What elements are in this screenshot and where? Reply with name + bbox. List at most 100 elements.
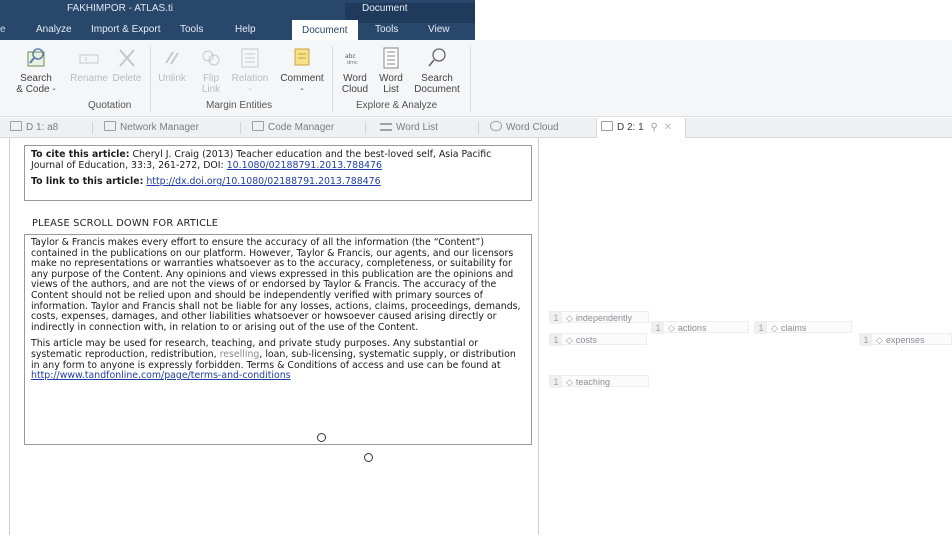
code-chip[interactable]: 1 ◇ costs (549, 333, 647, 346)
code-icon: ◇ (566, 313, 573, 323)
cite-line: To cite this article: Cheryl J. Craig (2… (31, 149, 525, 171)
tab-code-manager-label: Code Manager (268, 122, 335, 133)
cite-doi-link[interactable]: 10.1080/02188791.2013.788476 (227, 160, 382, 171)
tab-word-cloud[interactable]: Word Cloud (486, 118, 586, 137)
menu-help[interactable]: Help (235, 20, 256, 40)
ribbon-separator (332, 46, 333, 112)
delete-label: Delete (112, 73, 142, 84)
comment-icon (294, 48, 310, 66)
tab-divider (92, 122, 93, 134)
search-code-icon (27, 48, 45, 67)
tab-network-manager[interactable]: Network Manager (100, 118, 230, 137)
tab-d1-label: D 1: a8 (26, 122, 59, 133)
flip-link-icon (202, 50, 220, 66)
delete-button[interactable]: Delete (108, 46, 146, 84)
margin-pane[interactable]: 1 ◇ independently 1 ◇ actions 1 ◇ claims 1 ◇ cos… (539, 138, 952, 535)
menu-analyze[interactable]: Analyze (36, 20, 72, 40)
tab-divider (240, 122, 241, 134)
tab-d1[interactable]: D 1: a8 (6, 118, 90, 137)
comment-button[interactable]: Comment - (276, 46, 328, 95)
app-title: FAKHIMPOR - ATLAS.ti (67, 3, 173, 14)
mouse-cursor-icon (317, 433, 326, 442)
tab-d2[interactable]: D 2: 1 ⚲ ✕ (596, 118, 686, 138)
word-list-label: Word List (379, 73, 403, 95)
code-icon: ◇ (771, 323, 778, 333)
word-cloud-button[interactable]: abc dmc Word Cloud (338, 46, 372, 95)
close-icon[interactable]: ✕ (664, 122, 672, 133)
code-chip[interactable]: 1 ◇ actions (651, 321, 749, 334)
search-document-button[interactable]: Search Document (410, 46, 464, 95)
code-label: expenses (885, 335, 925, 345)
menu-document[interactable]: Document (292, 20, 358, 40)
tab-divider (478, 122, 479, 134)
code-label: costs (575, 335, 597, 345)
cloud-icon (490, 121, 502, 131)
rename-button[interactable]: Rename (70, 46, 108, 84)
relation-button[interactable]: Relation - (228, 46, 272, 95)
search-code-button[interactable]: Search & Code - (16, 46, 56, 95)
unlink-label: Unlink (158, 73, 186, 84)
menu-tools-context[interactable]: Tools (375, 20, 398, 40)
code-chip[interactable]: 1 ◇ claims (754, 321, 852, 334)
word-cloud-icon: abcdmc (345, 53, 358, 66)
tab-network-manager-label: Network Manager (120, 122, 199, 133)
unlink-icon (165, 51, 179, 65)
code-label: claims (780, 323, 807, 333)
code-label: independently (575, 313, 632, 323)
tab-divider (365, 122, 366, 134)
ribbon-separator (470, 46, 471, 112)
code-manager-icon (252, 121, 264, 131)
tab-code-manager[interactable]: Code Manager (248, 118, 358, 137)
group-quotation: Quotation (88, 100, 132, 111)
disclaimer-paragraph-2: This article may be used for research, t… (31, 339, 525, 381)
title-menu-bar: e FAKHIMPOR - ATLAS.ti Document Analyze … (0, 0, 952, 40)
document-icon (601, 121, 613, 131)
disclaimer-box: Taylor & Francis makes every effort to e… (24, 234, 532, 445)
code-chip[interactable]: 1 ◇ independently (549, 311, 649, 324)
link-label: To link to this article: (31, 176, 144, 188)
ribbon: Search & Code - Rename Delete Unlink Fli… (0, 40, 952, 117)
document-pane[interactable]: To cite this article: Cheryl J. Craig (2… (9, 138, 539, 535)
context-title: Document (345, 3, 475, 23)
link-line: To link to this article: http://dx.doi.o… (31, 176, 525, 188)
group-explore-analyze: Explore & Analyze (356, 100, 438, 111)
group-margin-entities: Margin Entities (206, 100, 273, 111)
search-code-label: Search & Code - (16, 73, 56, 95)
code-chip[interactable]: 1 ◇ expenses (859, 333, 952, 346)
rename-icon (79, 54, 99, 64)
tab-word-cloud-label: Word Cloud (506, 122, 559, 133)
rename-label: Rename (70, 73, 108, 84)
word-cloud-label: Word Cloud (341, 73, 369, 95)
disclaimer-paragraph-1: Taylor & Francis makes every effort to e… (31, 237, 521, 333)
tab-strip: D 1: a8 Network Manager Code Manager Wor… (0, 118, 952, 138)
flip-link-button[interactable]: Flip Link (195, 46, 227, 95)
comment-label: Comment - (280, 73, 324, 95)
terms-link[interactable]: http://www.tandfonline.com/page/terms-an… (31, 370, 291, 381)
tab-word-list[interactable]: Word List (376, 118, 471, 137)
svg-text:abc: abc (345, 53, 356, 60)
menu-clipped-item[interactable]: e (0, 24, 8, 35)
code-icon: ◇ (566, 335, 573, 345)
title-band: e FAKHIMPOR - ATLAS.ti Document Analyze … (0, 0, 475, 40)
mouse-cursor-icon (364, 453, 373, 462)
word-list-button[interactable]: Word List (374, 46, 408, 95)
search-document-label: Search Document (414, 73, 460, 95)
code-icon: ◇ (566, 377, 573, 387)
code-icon: ◇ (668, 323, 675, 333)
menu-tools[interactable]: Tools (180, 20, 203, 40)
citation-box: To cite this article: Cheryl J. Craig (2… (24, 145, 532, 201)
unlink-button[interactable]: Unlink (155, 46, 189, 84)
word-list-icon (383, 47, 399, 69)
tab-d2-label: D 2: 1 (617, 122, 644, 133)
svg-text:dmc: dmc (347, 60, 358, 66)
code-chip[interactable]: 1 ◇ teaching (549, 375, 649, 388)
code-icon: ◇ (876, 335, 883, 345)
pin-icon[interactable]: ⚲ (650, 122, 657, 133)
menu-import-export[interactable]: Import & Export (91, 20, 160, 40)
search-document-icon (428, 48, 446, 67)
relation-label: Relation - (231, 73, 269, 95)
cite-label: To cite this article: (31, 149, 130, 160)
article-url-link[interactable]: http://dx.doi.org/10.1080/02188791.2013.… (146, 176, 380, 187)
flip-link-label: Flip Link (201, 73, 221, 95)
menu-view[interactable]: View (428, 20, 450, 40)
